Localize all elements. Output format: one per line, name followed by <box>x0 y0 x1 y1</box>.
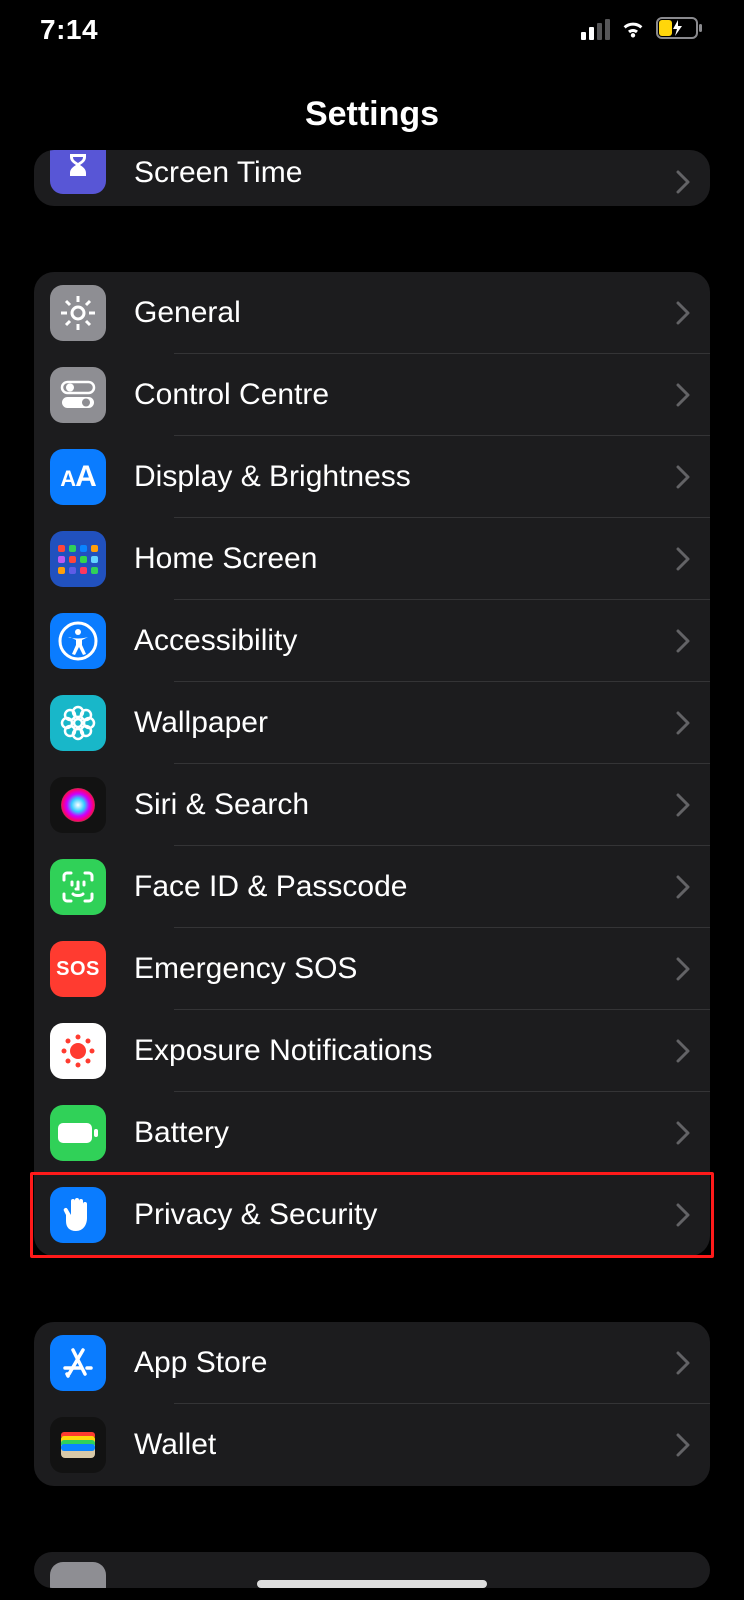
row-label: Screen Time <box>134 156 666 190</box>
battery-charging-icon <box>656 14 704 46</box>
hourglass-icon <box>50 150 106 194</box>
face-id-icon <box>50 859 106 915</box>
toggles-icon <box>50 367 106 423</box>
text-size-icon: AA <box>50 449 106 505</box>
settings-row-general[interactable]: General <box>34 272 710 354</box>
row-label: Display & Brightness <box>134 460 666 494</box>
row-label: Exposure Notifications <box>134 1034 666 1068</box>
row-label: Control Centre <box>134 378 666 412</box>
chevron-right-icon <box>676 711 690 735</box>
settings-row-battery[interactable]: Battery <box>34 1092 710 1174</box>
chevron-right-icon <box>676 1121 690 1145</box>
settings-row-exposure-notifications[interactable]: Exposure Notifications <box>34 1010 710 1092</box>
chevron-right-icon <box>676 793 690 817</box>
settings-row-app-store[interactable]: App Store <box>34 1322 710 1404</box>
settings-row-wallet[interactable]: Wallet <box>34 1404 710 1486</box>
sos-icon: SOS <box>50 941 106 997</box>
chevron-right-icon <box>676 1351 690 1375</box>
row-label: Privacy & Security <box>134 1198 666 1232</box>
settings-row-wallpaper[interactable]: Wallpaper <box>34 682 710 764</box>
settings-row-display-brightness[interactable]: AA Display & Brightness <box>34 436 710 518</box>
hand-icon <box>50 1187 106 1243</box>
chevron-right-icon <box>676 957 690 981</box>
row-label: Siri & Search <box>134 788 666 822</box>
settings-row-screen-time[interactable]: Screen Time <box>34 150 710 206</box>
settings-row-home-screen[interactable]: Home Screen <box>34 518 710 600</box>
row-label: Battery <box>134 1116 666 1150</box>
row-label: App Store <box>134 1346 666 1380</box>
row-label: Wallpaper <box>134 706 666 740</box>
siri-icon <box>50 777 106 833</box>
unknown-icon <box>50 1562 106 1588</box>
settings-row-control-centre[interactable]: Control Centre <box>34 354 710 436</box>
page-title: Settings <box>0 95 744 134</box>
settings-row-face-id-passcode[interactable]: Face ID & Passcode <box>34 846 710 928</box>
settings-list[interactable]: Screen Time General Control Centre AA <box>0 155 744 1600</box>
settings-group: General Control Centre AA Display & Brig… <box>34 272 710 1256</box>
chevron-right-icon <box>676 875 690 899</box>
chevron-right-icon <box>676 383 690 407</box>
accessibility-icon <box>50 613 106 669</box>
row-label: Wallet <box>134 1428 666 1462</box>
gear-icon <box>50 285 106 341</box>
settings-row-emergency-sos[interactable]: SOS Emergency SOS <box>34 928 710 1010</box>
settings-row-accessibility[interactable]: Accessibility <box>34 600 710 682</box>
row-label: Face ID & Passcode <box>134 870 666 904</box>
cellular-signal-icon <box>581 20 610 40</box>
status-bar: 7:14 <box>0 0 744 60</box>
row-label: General <box>134 296 666 330</box>
chevron-right-icon <box>676 547 690 571</box>
appstore-icon <box>50 1335 106 1391</box>
home-indicator[interactable] <box>257 1580 487 1588</box>
wallet-icon <box>50 1417 106 1473</box>
settings-group: App Store Wallet <box>34 1322 710 1486</box>
status-time: 7:14 <box>40 14 98 46</box>
apps-grid-icon <box>50 531 106 587</box>
chevron-right-icon <box>676 301 690 325</box>
settings-row-privacy-security[interactable]: Privacy & Security <box>34 1174 710 1256</box>
row-label: Accessibility <box>134 624 666 658</box>
chevron-right-icon <box>676 1433 690 1457</box>
flower-icon <box>50 695 106 751</box>
chevron-right-icon <box>676 170 690 194</box>
chevron-right-icon <box>676 1039 690 1063</box>
exposure-icon <box>50 1023 106 1079</box>
chevron-right-icon <box>676 465 690 489</box>
settings-row-siri-search[interactable]: Siri & Search <box>34 764 710 846</box>
battery-icon <box>50 1105 106 1161</box>
chevron-right-icon <box>676 629 690 653</box>
settings-group: Screen Time <box>34 150 710 206</box>
wifi-icon <box>620 14 646 46</box>
status-right <box>581 14 704 46</box>
row-label: Home Screen <box>134 542 666 576</box>
row-label: Emergency SOS <box>134 952 666 986</box>
chevron-right-icon <box>676 1203 690 1227</box>
